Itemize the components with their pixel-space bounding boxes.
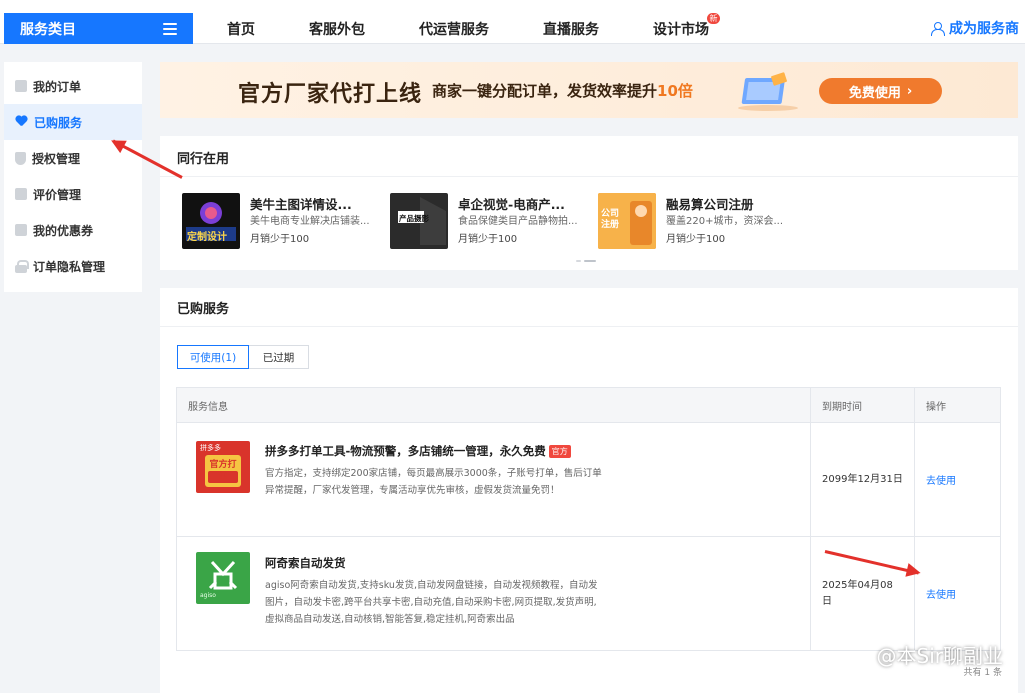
nav-item-live-service[interactable]: 直播服务 [543,19,599,39]
peer-name: 美牛主图详情设... [250,197,352,212]
heart-icon [15,116,28,128]
peer-thumbnail: 产品摄影 [390,193,448,249]
nav-item-design-market[interactable]: 设计市场新 [653,12,720,39]
agiso-logo-icon: agiso [196,552,250,604]
become-provider-label: 成为服务商 [949,21,1019,37]
sidebar-item-order-privacy[interactable]: 订单隐私管理 [4,248,142,284]
expire-date: 2099年12月31日 [822,473,903,485]
column-header-service-info: 服务信息 [177,388,811,422]
peer-service-card[interactable]: 产品摄影 卓企视觉-电商产... 食品保健类目产品静物拍... 月销少于100 [390,193,590,251]
service-category-button[interactable]: 服务类目 [4,13,193,44]
peer-name: 融易算公司注册 [666,197,754,212]
peer-description: 覆盖220+城市，资深会... [666,216,784,227]
banner-subtitle: 商家一键分配订单，发货效率提升10倍 [432,82,693,100]
review-icon [15,188,27,200]
peer-service-card[interactable]: 公司注册 融易算公司注册 覆盖220+城市，资深会... 月销少于100 [598,193,798,251]
status-tabs: 可使用(1) 已过期 [177,345,309,369]
tab-available[interactable]: 可使用(1) [177,345,249,369]
order-icon [15,80,27,92]
peer-name: 卓企视觉-电商产... [458,197,565,212]
column-header-expire: 到期时间 [811,388,915,422]
service-info-cell: agiso 阿奇索自动发货 agiso阿奇索自动发货,支持sku发货,自动发网盘… [177,537,811,650]
service-description: agiso阿奇索自动发货,支持sku发货,自动发网盘链接，自动发视频教程，自动发… [265,580,598,625]
peer-sales: 月销少于100 [666,234,726,245]
become-provider-link[interactable]: 成为服务商 [931,18,1019,38]
divider [160,326,1018,327]
peer-description: 美牛电商专业解决店铺装... [250,216,370,227]
sidebar: 我的订单 已购服务 授权管理 评价管理 我的优惠券 订单隐私管理 [4,62,142,292]
top-navigation-bar: 服务类目 首页 客服外包 代运营服务 直播服务 设计市场新 成为服务商 [0,0,1025,44]
peer-thumbnail: 公司注册 [598,193,656,249]
peer-service-card[interactable]: 定制设计 美牛主图详情设... 美牛电商专业解决店铺装... 月销少于100 [182,193,382,251]
shield-icon [15,151,26,165]
chevron-right-icon: › [906,83,913,99]
expire-cell: 2025年04月08日 [811,537,915,650]
peers-title: 同行在用 [177,152,230,167]
sidebar-item-reviews[interactable]: 评价管理 [4,176,142,212]
service-name: 拼多多打单工具-物流预警，多店铺统一管理，永久免费 官方 [265,443,571,459]
user-icon [931,21,945,36]
banner-title: 官方厂家代打上线 [238,82,423,107]
nav-item-operation-service[interactable]: 代运营服务 [419,19,489,39]
service-category-label: 服务类目 [20,21,76,38]
peer-sales: 月销少于100 [250,234,310,245]
column-header-action: 操作 [926,401,946,413]
lock-icon [15,259,29,273]
sidebar-item-coupons[interactable]: 我的优惠券 [4,212,142,248]
main-nav: 首页 客服外包 代运营服务 直播服务 设计市场新 [200,12,736,44]
official-tag: 官方 [548,444,571,458]
use-service-link[interactable]: 去使用 [926,472,956,487]
services-table: 服务信息 到期时间 操作 拼多多 官方打单 拼多多打单工具-物流预警，多店铺统一… [176,387,1001,651]
peer-thumbnail: 定制设计 [182,193,240,249]
purchased-services-panel: 已购服务 可使用(1) 已过期 服务信息 到期时间 操作 拼多多 官方打单 拼多… [160,288,1018,693]
service-description: 官方指定，支持绑定200家店铺，每页最高展示3000条，子账号打单，售后订单异常… [265,468,602,496]
free-use-button[interactable]: 免费使用 › [819,78,942,104]
menu-icon [163,22,177,35]
watermark: @本Sir聊副业 [876,644,1003,668]
action-cell: 去使用 [915,423,1000,536]
service-info-cell: 拼多多 官方打单 拼多多打单工具-物流预警，多店铺统一管理，永久免费 官方 官方… [177,423,811,536]
nav-item-customer-service[interactable]: 客服外包 [309,19,365,39]
new-badge: 新 [707,12,720,24]
use-service-link[interactable]: 去使用 [926,586,956,601]
service-name: 阿奇索自动发货 [265,556,346,570]
table-header: 服务信息 到期时间 操作 [177,388,1000,423]
nav-item-home[interactable]: 首页 [227,19,255,39]
coupon-icon [15,224,27,236]
purchased-title: 已购服务 [177,302,230,317]
peers-using-panel: 同行在用 定制设计 美牛主图详情设... 美牛电商专业解决店铺装... 月销少于… [160,136,1018,270]
sidebar-item-my-orders[interactable]: 我的订单 [4,68,142,104]
peer-description: 食品保健类目产品静物拍... [458,216,578,227]
carousel-dots[interactable] [576,260,596,262]
peer-sales: 月销少于100 [458,234,518,245]
pdd-logo-icon: 拼多多 官方打单 [196,441,250,493]
promo-banner[interactable]: 官方厂家代打上线 商家一键分配订单，发货效率提升10倍 免费使用 › [160,62,1018,118]
tab-expired[interactable]: 已过期 [249,345,309,369]
expire-cell: 2099年12月31日 [811,423,915,536]
table-row: 拼多多 官方打单 拼多多打单工具-物流预警，多店铺统一管理，永久免费 官方 官方… [177,423,1000,537]
sidebar-item-purchased-services[interactable]: 已购服务 [4,104,142,140]
expire-date: 2025年04月08日 [822,579,893,607]
table-row: agiso 阿奇索自动发货 agiso阿奇索自动发货,支持sku发货,自动发网盘… [177,537,1000,650]
action-cell: 去使用 [915,537,1000,650]
monitor-illustration-icon [738,72,798,111]
divider [160,176,1018,177]
